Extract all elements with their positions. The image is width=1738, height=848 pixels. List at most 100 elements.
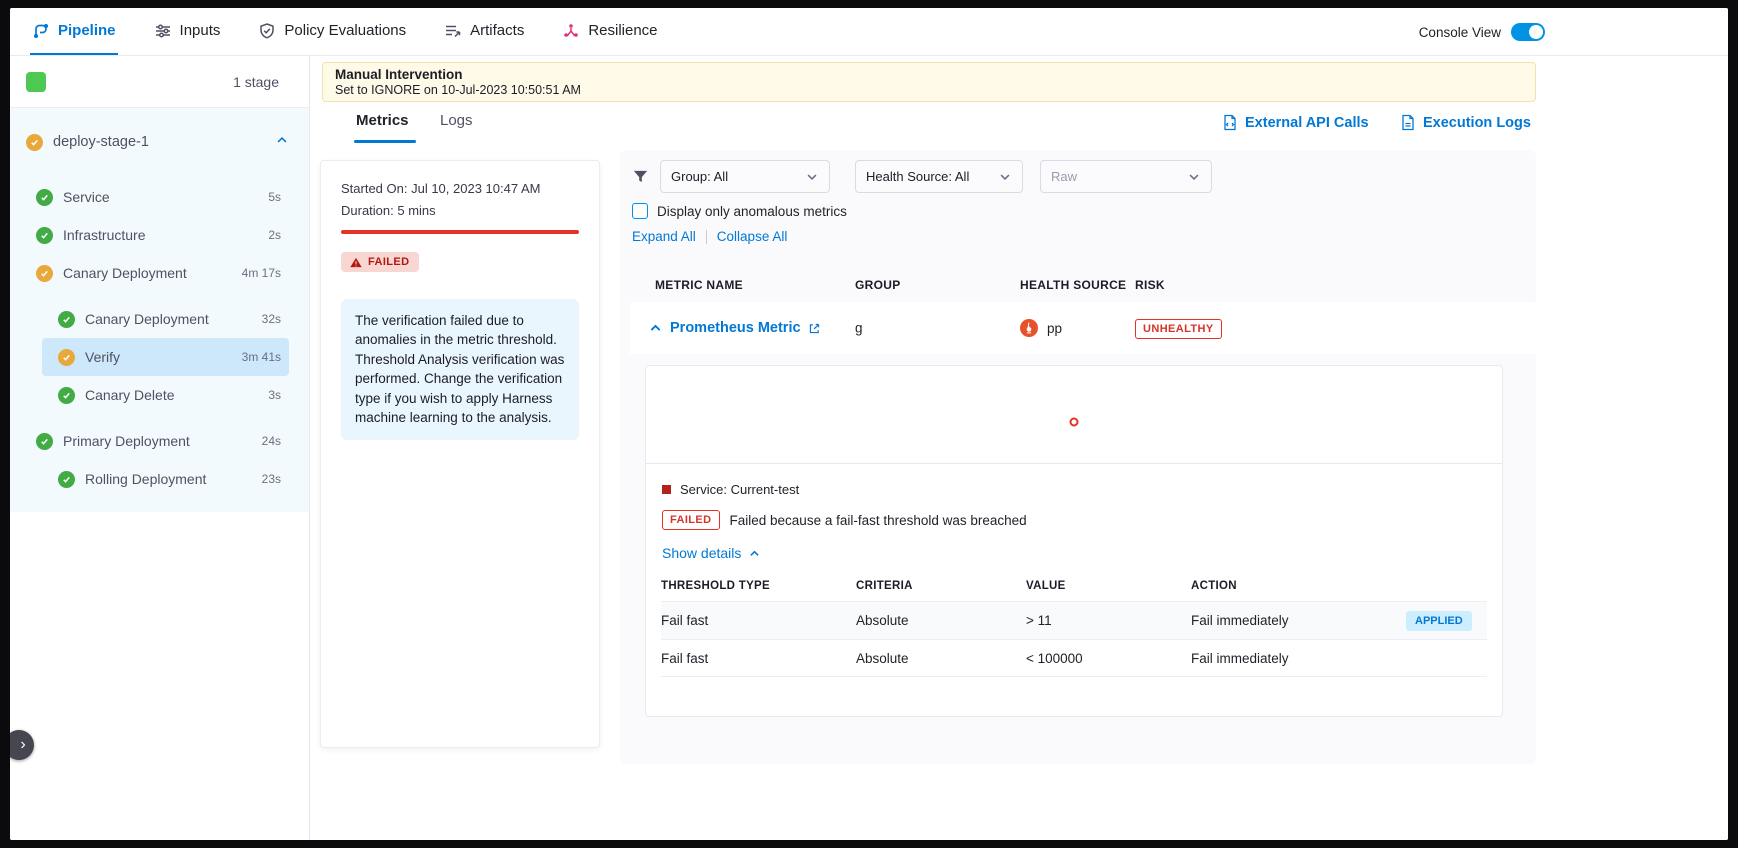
sidebar-step-infrastructure[interactable]: Infrastructure 2s — [10, 216, 309, 254]
column-header: ACTION — [1191, 580, 1406, 592]
chevron-down-icon — [998, 170, 1012, 184]
step-duration: 5s — [268, 190, 281, 204]
row-collapse-chevron-up-icon[interactable] — [648, 321, 663, 336]
column-header: METRIC NAME — [655, 278, 743, 292]
collapse-all-link[interactable]: Collapse All — [717, 229, 788, 244]
sidebar-step-canary-deployment[interactable]: Canary Deployment 32s — [10, 300, 309, 338]
filter-funnel-icon — [632, 168, 649, 185]
anomalous-metrics-checkbox[interactable] — [632, 203, 648, 219]
tab-inputs[interactable]: Inputs — [152, 8, 223, 55]
status-badge: FAILED — [341, 252, 419, 272]
manual-intervention-banner: Manual Intervention Set to IGNORE on 10-… — [322, 62, 1536, 102]
step-tree: Service 5s Infrastructure 2s Canary Depl… — [10, 168, 309, 498]
metric-risk: UNHEALTHY — [1135, 319, 1222, 337]
step-label: Rolling Deployment — [85, 471, 206, 487]
tab-artifacts[interactable]: Artifacts — [442, 8, 526, 55]
expand-collapse-row: Expand All Collapse All — [632, 229, 787, 244]
legend-label: Service: Current-test — [680, 482, 799, 497]
legend-swatch-icon — [662, 485, 671, 494]
started-on: Started On: Jul 10, 2023 10:47 AM — [341, 181, 579, 196]
inputs-icon — [154, 22, 172, 40]
app-window: Pipeline Inputs Policy Evaluations Artif… — [10, 8, 1728, 840]
execution-logs-link[interactable]: Execution Logs — [1400, 114, 1531, 131]
metric-health-source: pp — [1020, 319, 1062, 337]
tab-policy-evaluations[interactable]: Policy Evaluations — [256, 8, 408, 55]
threshold-action: Fail immediately — [1191, 613, 1406, 628]
success-check-icon — [36, 433, 53, 450]
metric-group: g — [855, 321, 863, 336]
warning-check-icon — [36, 265, 53, 282]
artifacts-icon — [444, 22, 462, 40]
metric-view-dropdown[interactable]: Raw — [1040, 160, 1212, 193]
metric-name-link[interactable]: Prometheus Metric — [670, 320, 821, 336]
chevron-down-icon — [805, 170, 819, 184]
sidebar-step-verify[interactable]: Verify 3m 41s — [42, 338, 289, 376]
step-label: Service — [63, 189, 110, 205]
tab-pipeline[interactable]: Pipeline — [30, 8, 118, 55]
risk-badge: UNHEALTHY — [1135, 319, 1222, 339]
success-check-icon — [36, 189, 53, 206]
threshold-criteria: Absolute — [856, 613, 1026, 628]
chevron-down-icon — [1187, 170, 1201, 184]
step-duration: 3m 41s — [242, 350, 281, 364]
step-label: Canary Delete — [85, 387, 175, 403]
tab-resilience[interactable]: Resilience — [560, 8, 659, 55]
threshold-value: < 100000 — [1026, 651, 1191, 666]
success-check-icon — [58, 311, 75, 328]
top-nav-tabs: Pipeline Inputs Policy Evaluations Artif… — [10, 8, 660, 55]
column-header: THRESHOLD TYPE — [661, 580, 856, 592]
console-view-toggle[interactable] — [1511, 23, 1545, 41]
tab-metrics[interactable]: Metrics — [356, 112, 409, 129]
verification-message: The verification failed due to anomalies… — [341, 299, 579, 440]
document-api-icon — [1222, 114, 1238, 131]
step-label: Canary Deployment — [63, 265, 187, 281]
console-view-label: Console View — [1419, 25, 1501, 40]
dropdown-placeholder: Raw — [1051, 169, 1077, 184]
tab-logs[interactable]: Logs — [440, 112, 473, 129]
chart-data-point — [1070, 418, 1079, 427]
stage-count-row: 1 stage — [10, 56, 309, 108]
failure-reason-row: FAILED Failed because a fail-fast thresh… — [662, 510, 1486, 530]
anomalous-metrics-checkbox-row[interactable]: Display only anomalous metrics — [632, 203, 847, 219]
stage-header-deploy-stage-1[interactable]: deploy-stage-1 — [10, 116, 309, 168]
step-duration: 2s — [268, 228, 281, 242]
failure-reason: Failed because a fail-fast threshold was… — [730, 513, 1027, 528]
show-details-link[interactable]: Show details — [662, 545, 1486, 561]
step-duration: 24s — [262, 434, 281, 448]
sidebar-step-canary-deployment-group[interactable]: Canary Deployment 4m 17s — [10, 254, 309, 292]
step-duration: 23s — [262, 472, 281, 486]
sidebar-step-canary-delete[interactable]: Canary Delete 3s — [10, 376, 309, 414]
column-header: GROUP — [855, 278, 901, 292]
chart-legend: Service: Current-test — [662, 482, 1486, 497]
success-check-icon — [58, 471, 75, 488]
stage-status-square-icon — [26, 72, 46, 92]
expand-all-link[interactable]: Expand All — [632, 229, 696, 244]
health-source-filter-dropdown[interactable]: Health Source: All — [855, 160, 1023, 193]
top-navigation: Pipeline Inputs Policy Evaluations Artif… — [10, 8, 1728, 56]
sidebar-step-service[interactable]: Service 5s — [10, 178, 309, 216]
step-label: Canary Deployment — [85, 311, 209, 327]
threshold-action: Fail immediately — [1191, 651, 1406, 666]
active-tab-underline — [354, 140, 416, 143]
main-content: Manual Intervention Set to IGNORE on 10-… — [310, 56, 1728, 840]
document-logs-icon — [1400, 114, 1416, 131]
sidebar-step-rolling-deployment[interactable]: Rolling Deployment 23s — [10, 460, 309, 498]
link-label: Execution Logs — [1423, 115, 1531, 131]
console-view-control: Console View — [1419, 8, 1545, 56]
divider — [706, 230, 707, 244]
sidebar-step-primary-deployment[interactable]: Primary Deployment 24s — [10, 422, 309, 460]
stage-count-label: 1 stage — [233, 74, 279, 90]
link-label: External API Calls — [1245, 115, 1369, 131]
success-check-icon — [36, 227, 53, 244]
tab-label: Artifacts — [470, 22, 524, 39]
threshold-value: > 11 — [1026, 613, 1191, 628]
external-api-calls-link[interactable]: External API Calls — [1222, 114, 1369, 131]
group-filter-dropdown[interactable]: Group: All — [660, 160, 830, 193]
warning-triangle-icon — [350, 257, 362, 268]
thresholds-table-header: THRESHOLD TYPE CRITERIA VALUE ACTION — [661, 574, 1487, 601]
step-duration: 3s — [268, 388, 281, 402]
execution-sidebar: 1 stage deploy-stage-1 Service 5s Infras… — [10, 56, 310, 840]
step-label: Infrastructure — [63, 227, 145, 243]
chevron-up-icon[interactable] — [275, 133, 289, 152]
banner-subtitle: Set to IGNORE on 10-Jul-2023 10:50:51 AM — [335, 83, 1523, 97]
